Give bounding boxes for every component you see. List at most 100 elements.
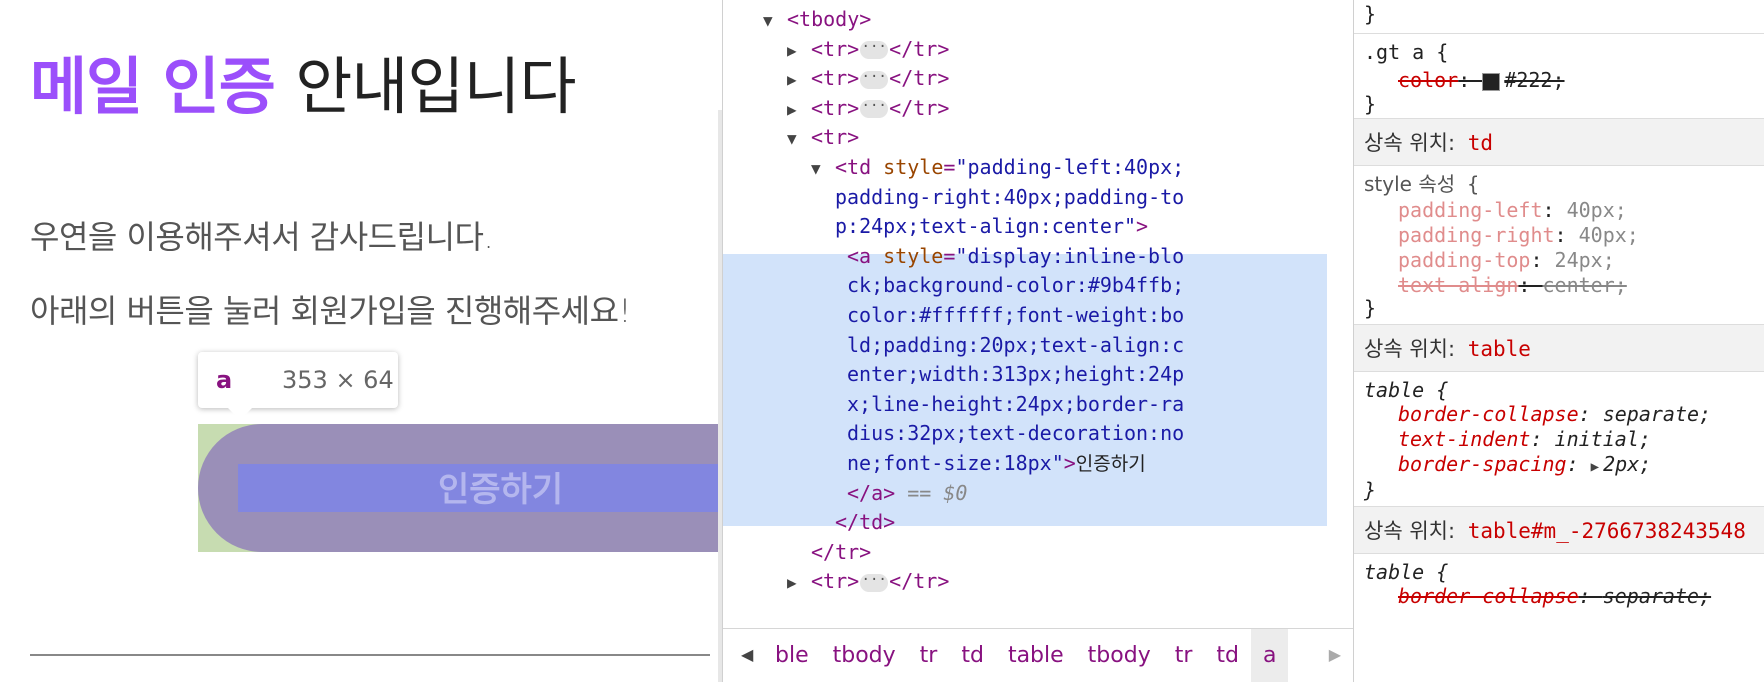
ellipsis-icon[interactable]: ··· [860, 40, 889, 60]
expand-triangle-icon[interactable]: ▼ [787, 124, 811, 154]
dom-node-tr-close[interactable]: </tr> [811, 537, 871, 567]
inherited-label: 상속 위치: [1364, 519, 1456, 543]
prop-name: text-align [1398, 273, 1519, 297]
collapse-triangle-icon[interactable]: ▶ [787, 95, 811, 125]
ellipsis-icon[interactable]: ··· [860, 573, 889, 592]
chevron-right-icon[interactable]: ▶ [1329, 645, 1341, 664]
collapse-triangle-icon[interactable]: ▶ [787, 65, 811, 95]
css-property[interactable]: border-spacing: ▶ 2px; [1398, 450, 1651, 478]
ellipsis-icon[interactable]: ··· [860, 70, 889, 89]
gt-a-rule-selector[interactable]: .gt a { [1364, 38, 1448, 66]
dom-node-a-close[interactable]: </a> == $0 [847, 478, 967, 508]
rule-selector: table [1364, 560, 1425, 584]
rule-selector: table [1364, 378, 1425, 402]
chevron-left-icon[interactable]: ◀ [741, 645, 753, 664]
breadcrumb-item[interactable]: tbody [1076, 629, 1163, 682]
css-property[interactable]: padding-left: 40px; [1398, 196, 1627, 224]
prop-name: padding-right [1398, 223, 1555, 247]
dom-node-td[interactable]: ▼ <td style="padding-left:40px; [811, 152, 1184, 182]
breadcrumb-item[interactable]: ble [775, 629, 821, 682]
breadcrumb-item[interactable]: a [1250, 629, 1289, 682]
dom-node-td-close[interactable]: </td> [835, 507, 895, 537]
breadcrumb-item[interactable]: td [949, 629, 996, 682]
inherited-element[interactable]: td [1468, 131, 1493, 155]
rule-close-brace: } [1364, 92, 1377, 116]
dom-node-tr[interactable]: ▼ <tr> [787, 122, 859, 152]
dom-node-tr[interactable]: ▶ <tr> ··· </tr> [787, 34, 949, 64]
collapse-triangle-icon[interactable]: ▶ [787, 36, 811, 66]
inherited-from-table: 상속 위치: table [1354, 324, 1764, 372]
tooltip-tag: a [216, 366, 233, 394]
breadcrumb-item[interactable]: tr [1163, 629, 1205, 682]
instruction-text: 아래의 버튼을 눌러 회원가입을 진행해주세요! [30, 292, 631, 330]
css-property[interactable]: text-indent: initial; [1398, 425, 1651, 453]
gt-a-color-prop[interactable]: color: #222; [1398, 66, 1565, 94]
collapse-triangle-icon[interactable]: ▶ [787, 568, 811, 598]
dom-node-a-selected[interactable]: ck;background-color:#9b4ffb; [847, 270, 1184, 300]
inspector-tooltip: a 353 × 64 [198, 352, 398, 420]
dom-node-td[interactable]: p:24px;text-align:center"> [835, 211, 1148, 241]
prop-name: border-collapse [1398, 402, 1579, 426]
prop-value: initial; [1554, 427, 1651, 451]
inherited-from-td: 상속 위치: td [1354, 118, 1764, 166]
thank-you-text: 우연을 이용해주셔서 감사드립니다. [30, 218, 494, 256]
color-swatch-icon[interactable] [1482, 72, 1501, 91]
tooltip-arrow [228, 408, 252, 420]
prop-value: 40px; [1578, 223, 1639, 247]
ellipsis-icon[interactable]: ··· [860, 99, 889, 119]
inherited-element[interactable]: table [1468, 337, 1531, 361]
headline-accent: 메일 인증 [30, 50, 276, 123]
prop-value: #222; [1504, 68, 1565, 92]
dom-node-a-selected[interactable]: dius:32px;text-decoration:no [847, 418, 1184, 448]
dom-node-tr[interactable]: ▶ <tr> ··· </tr> [787, 566, 949, 596]
expand-triangle-icon[interactable]: ▼ [811, 154, 835, 184]
prop-value: 40px; [1566, 198, 1627, 222]
prop-name: padding-left [1398, 198, 1543, 222]
css-property[interactable]: text-align: center; [1398, 271, 1627, 299]
dom-node-tbody[interactable]: ▼ <tbody> [763, 4, 871, 34]
dom-node-tr[interactable]: ▶ <tr> ··· </tr> [787, 63, 949, 93]
prop-value: separate; [1602, 402, 1712, 426]
prop-value: 2px; [1603, 452, 1652, 476]
inherited-from-table-id: 상속 위치: table#m_-2766738243548 [1354, 506, 1764, 554]
dom-node-a-selected[interactable]: enter;width:313px;height:24p [847, 359, 1184, 389]
elements-panel: ▼ <tbody> ▶ <tr> ··· </tr> ▶ <tr> ··· </tr> ▶ <tr> ·… [722, 0, 1354, 682]
expand-triangle-icon[interactable]: ▼ [763, 6, 787, 36]
css-property[interactable]: border-collapse: separate; [1398, 582, 1711, 610]
dom-node-a-selected[interactable]: ne;font-size:18px">인증하기 [847, 448, 1146, 478]
styles-panel: } .gt a { color: #222; } 상속 위치: td style… [1354, 0, 1764, 682]
rule-close-brace: } [1364, 296, 1377, 320]
expand-triangle-icon[interactable]: ▶ [1591, 453, 1599, 481]
tooltip-size: 353 × 64 [282, 366, 394, 394]
verify-button-label[interactable]: 인증하기 [438, 462, 563, 511]
rule-close-brace: } [1364, 478, 1377, 502]
breadcrumb-item[interactable]: tr [908, 629, 950, 682]
page-title: 메일 인증 안내입니다 [30, 36, 577, 126]
css-property[interactable]: border-collapse: separate; [1398, 400, 1711, 428]
prop-name: color [1398, 68, 1459, 92]
prop-value: center; [1542, 273, 1627, 297]
page-preview-pane: 메일 인증 안내입니다 우연을 이용해주셔서 감사드립니다. 아래의 버튼을 눌… [0, 0, 722, 682]
breadcrumb: ◀ ble tbody tr td table tbody tr td a ▶ [723, 628, 1353, 682]
inherited-label: 상속 위치: [1364, 337, 1456, 361]
inherited-element[interactable]: table#m_-2766738243548 [1468, 519, 1746, 543]
rule-separator [1354, 33, 1764, 34]
dom-node-a-selected[interactable]: <a style="display:inline-blo [847, 241, 1184, 271]
dom-node-a-selected[interactable]: ld;padding:20px;text-align:c [847, 330, 1184, 360]
breadcrumb-list: ble tbody tr td table tbody tr td a [775, 629, 1315, 682]
rule-close-brace: } [1364, 2, 1377, 26]
breadcrumb-item[interactable]: table [996, 629, 1076, 682]
breadcrumb-item[interactable]: tbody [821, 629, 908, 682]
css-property[interactable]: padding-right: 40px; [1398, 221, 1639, 249]
rule-selector: style 속성 [1364, 172, 1456, 196]
style-attr-selector: style 속성 { [1364, 172, 1480, 196]
breadcrumb-item[interactable]: td [1204, 629, 1251, 682]
dom-node-a-selected[interactable]: color:#ffffff;font-weight:bo [847, 300, 1184, 330]
css-property[interactable]: padding-top: 24px; [1398, 246, 1615, 274]
prop-name: border-collapse [1398, 584, 1579, 608]
dom-node-tr[interactable]: ▶ <tr> ··· </tr> [787, 93, 949, 123]
dom-node-td[interactable]: padding-right:40px;padding-to [835, 182, 1184, 212]
prop-name: padding-top [1398, 248, 1531, 272]
dom-node-a-selected[interactable]: x;line-height:24px;border-ra [847, 389, 1184, 419]
prop-name: text-indent [1398, 427, 1531, 451]
